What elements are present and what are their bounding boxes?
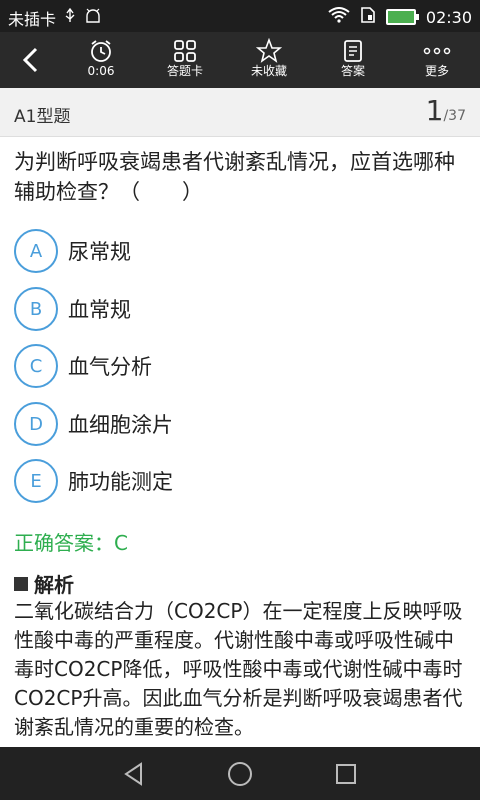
option-c-letter: C bbox=[14, 344, 58, 388]
question-type: A1型题 bbox=[14, 107, 71, 127]
show-answer-label: 答案 bbox=[340, 64, 365, 78]
back-arrow-icon bbox=[22, 47, 38, 73]
nav-recents-button[interactable] bbox=[322, 757, 370, 791]
more-label: 更多 bbox=[424, 64, 449, 78]
option-e-text: 肺功能测定 bbox=[68, 470, 173, 494]
usb-icon bbox=[64, 7, 76, 28]
question-content[interactable]: 为判断呼吸衰竭患者代谢紊乱情况，应首选哪种辅助检查？（ ） A 尿常规 B 血常… bbox=[0, 137, 480, 747]
favorite-label: 未收藏 bbox=[250, 64, 287, 78]
system-nav-bar bbox=[0, 747, 480, 800]
option-e-letter: E bbox=[14, 459, 58, 503]
answer-sheet-button[interactable]: 答题卡 bbox=[150, 36, 220, 84]
carrier-label: 未插卡 bbox=[8, 10, 57, 29]
sim-icon bbox=[360, 6, 376, 28]
alarm-clock-icon bbox=[66, 38, 136, 64]
document-icon bbox=[318, 38, 388, 64]
option-a-letter: A bbox=[14, 229, 58, 273]
battery-icon bbox=[385, 9, 419, 25]
answer-sheet-label: 答题卡 bbox=[166, 64, 203, 78]
analysis-text: 二氧化碳结合力（CO2CP）在一定程度上反映呼吸性酸中毒的严重程度。代谢性酸中毒… bbox=[14, 599, 463, 739]
option-e[interactable]: E 肺功能测定 bbox=[14, 459, 466, 503]
more-dots-icon bbox=[402, 38, 472, 64]
page-counter: 1/37 bbox=[426, 94, 466, 127]
more-button[interactable]: 更多 bbox=[402, 36, 472, 84]
grid-icon bbox=[150, 38, 220, 64]
total-questions: /37 bbox=[443, 108, 466, 124]
analysis-heading: 解析 bbox=[14, 569, 74, 598]
nav-recents-icon bbox=[336, 764, 356, 784]
nav-home-icon bbox=[228, 762, 252, 786]
option-a-text: 尿常规 bbox=[68, 240, 131, 264]
option-b[interactable]: B 血常规 bbox=[14, 287, 466, 331]
android-debug-icon bbox=[84, 8, 102, 28]
status-bar: 未插卡 02:30 bbox=[0, 0, 480, 32]
wifi-icon bbox=[328, 7, 350, 27]
question-text: 为判断呼吸衰竭患者代谢紊乱情况，应首选哪种辅助检查？（ ） bbox=[14, 150, 455, 204]
current-question-number: 1 bbox=[425, 94, 444, 127]
option-b-text: 血常规 bbox=[68, 298, 131, 322]
nav-home-button[interactable] bbox=[216, 757, 264, 791]
back-button[interactable] bbox=[12, 42, 48, 78]
nav-back-button[interactable] bbox=[110, 757, 158, 791]
timer-button[interactable]: 0:06 bbox=[66, 36, 136, 84]
square-bullet-icon bbox=[14, 576, 28, 591]
option-c-text: 血气分析 bbox=[68, 355, 152, 379]
option-b-letter: B bbox=[14, 287, 58, 331]
star-icon bbox=[234, 37, 304, 64]
clock-time: 02:30 bbox=[425, 7, 472, 27]
option-d-text: 血细胞涂片 bbox=[68, 413, 173, 437]
toolbar: 0:06 答题卡 未收藏 答案 更多 bbox=[0, 32, 480, 88]
correct-answer: 正确答案：C bbox=[14, 531, 128, 555]
favorite-button[interactable]: 未收藏 bbox=[234, 36, 304, 84]
analysis-title: 解析 bbox=[34, 573, 74, 597]
option-c[interactable]: C 血气分析 bbox=[14, 344, 466, 388]
option-d-letter: D bbox=[14, 402, 58, 446]
timer-label: 0:06 bbox=[87, 64, 115, 78]
option-d[interactable]: D 血细胞涂片 bbox=[14, 402, 466, 446]
show-answer-button[interactable]: 答案 bbox=[318, 36, 388, 84]
question-header: A1型题 1/37 bbox=[0, 88, 480, 137]
nav-back-icon bbox=[124, 762, 142, 786]
option-a[interactable]: A 尿常规 bbox=[14, 229, 466, 273]
